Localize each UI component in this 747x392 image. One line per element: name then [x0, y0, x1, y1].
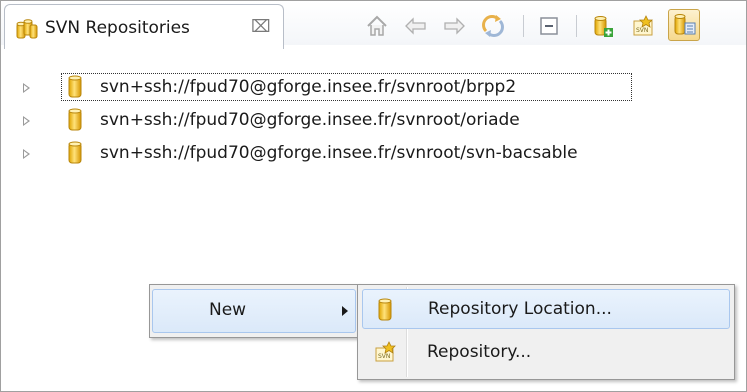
toolbar-divider: [523, 15, 524, 37]
close-icon[interactable]: ⌧: [251, 17, 271, 37]
tree-row[interactable]: svn+ssh://fpud70@gforge.insee.fr/svnroot…: [1, 139, 701, 169]
repository-url: svn+ssh://fpud70@gforge.insee.fr/svnroot…: [100, 110, 520, 130]
submenu-arrow-icon: [342, 306, 348, 316]
collapse-all-icon[interactable]: [534, 11, 564, 41]
toolbar-divider: [576, 15, 577, 37]
tab-title: SVN Repositories: [45, 18, 190, 38]
sync-icon[interactable]: [478, 11, 508, 41]
expand-icon[interactable]: [23, 83, 30, 93]
repository-url: svn+ssh://fpud70@gforge.insee.fr/svnroot…: [100, 143, 578, 163]
new-submenu: Repository Location... SVN Repository...: [357, 284, 735, 380]
repository-url: svn+ssh://fpud70@gforge.insee.fr/svnroot…: [100, 77, 517, 97]
forward-arrow-icon[interactable]: [439, 11, 469, 41]
svn-repository-icon: SVN: [374, 340, 398, 368]
svg-text:SVN: SVN: [636, 27, 648, 34]
menu-item-label: Repository Location...: [428, 299, 612, 319]
view-tabstrip: SVN Repositories ⌧ SVN: [1, 1, 746, 49]
menu-item-repository[interactable]: SVN Repository...: [362, 333, 730, 373]
back-arrow-icon[interactable]: [401, 11, 431, 41]
repository-location-icon: [377, 298, 393, 326]
menu-item-label: Repository...: [427, 342, 532, 362]
tree-row[interactable]: svn+ssh://fpud70@gforge.insee.fr/svnroot…: [1, 106, 701, 136]
menu-item-label: New: [209, 300, 247, 320]
repository-icon: [67, 75, 83, 103]
home-icon[interactable]: [362, 11, 392, 41]
new-repository-location-icon[interactable]: [587, 11, 617, 41]
expand-icon[interactable]: [23, 149, 30, 159]
new-svn-repository-icon[interactable]: SVN: [629, 11, 659, 41]
repository-icon: [67, 141, 83, 169]
tab-svn-repositories[interactable]: SVN Repositories ⌧: [4, 4, 284, 49]
menu-item-repository-location[interactable]: Repository Location...: [362, 289, 730, 329]
svg-text:SVN: SVN: [378, 353, 390, 360]
svn-repositories-view-icon: [15, 19, 39, 41]
tree-row[interactable]: svn+ssh://fpud70@gforge.insee.fr/svnroot…: [1, 73, 701, 103]
repository-icon: [67, 108, 83, 136]
context-menu: New: [149, 284, 359, 338]
show-repository-info-icon[interactable]: [668, 9, 700, 41]
expand-icon[interactable]: [23, 116, 30, 126]
menu-item-new[interactable]: New: [152, 289, 356, 333]
